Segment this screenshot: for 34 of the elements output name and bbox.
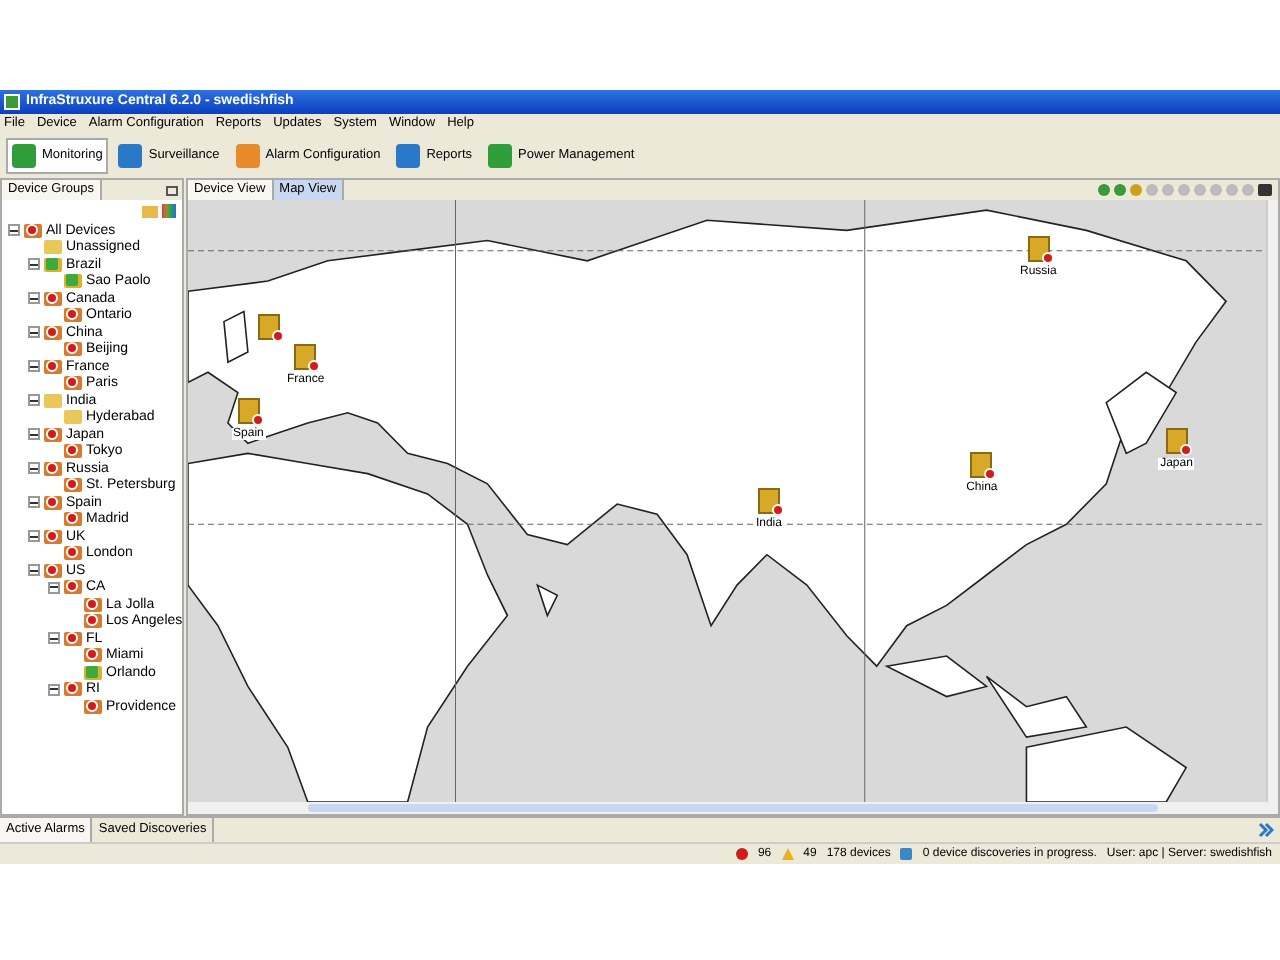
- map-device-marker[interactable]: [258, 314, 281, 341]
- expander-icon[interactable]: [28, 394, 40, 407]
- expander-icon[interactable]: [48, 581, 60, 594]
- map-device-marker[interactable]: [757, 488, 780, 515]
- vertical-scrollbar[interactable]: [1266, 200, 1278, 802]
- horizontal-scrollbar[interactable]: [188, 802, 1278, 814]
- module-icon: [118, 144, 143, 168]
- maximize-icon[interactable]: [166, 185, 178, 195]
- expander-icon[interactable]: [28, 258, 40, 271]
- expander-icon[interactable]: [8, 224, 20, 237]
- expander-icon[interactable]: [48, 683, 60, 696]
- module-icon: [12, 144, 36, 168]
- expander-icon[interactable]: [28, 530, 40, 543]
- module-icon: [396, 144, 421, 168]
- warning-icon: [781, 848, 794, 860]
- expander-icon[interactable]: [28, 360, 40, 373]
- expander-icon[interactable]: [48, 632, 60, 645]
- map-device-marker[interactable]: [294, 344, 317, 371]
- map-device-marker[interactable]: [970, 452, 993, 479]
- expander-icon[interactable]: [28, 462, 40, 475]
- map-device-marker[interactable]: [237, 398, 260, 425]
- expander-icon[interactable]: [28, 326, 40, 339]
- map-device-marker[interactable]: [1027, 236, 1050, 263]
- module-icon: [235, 144, 260, 168]
- app-icon: [4, 94, 20, 110]
- module-icon: [488, 144, 512, 168]
- expander-icon[interactable]: [28, 564, 40, 577]
- double-chevron-icon[interactable]: [1258, 822, 1274, 838]
- expander-icon[interactable]: [28, 292, 40, 305]
- map-device-marker[interactable]: [1165, 428, 1188, 455]
- discovery-icon: [900, 848, 913, 860]
- critical-alarm-icon: [735, 848, 748, 860]
- expander-icon[interactable]: [28, 428, 40, 441]
- expander-icon[interactable]: [28, 496, 40, 509]
